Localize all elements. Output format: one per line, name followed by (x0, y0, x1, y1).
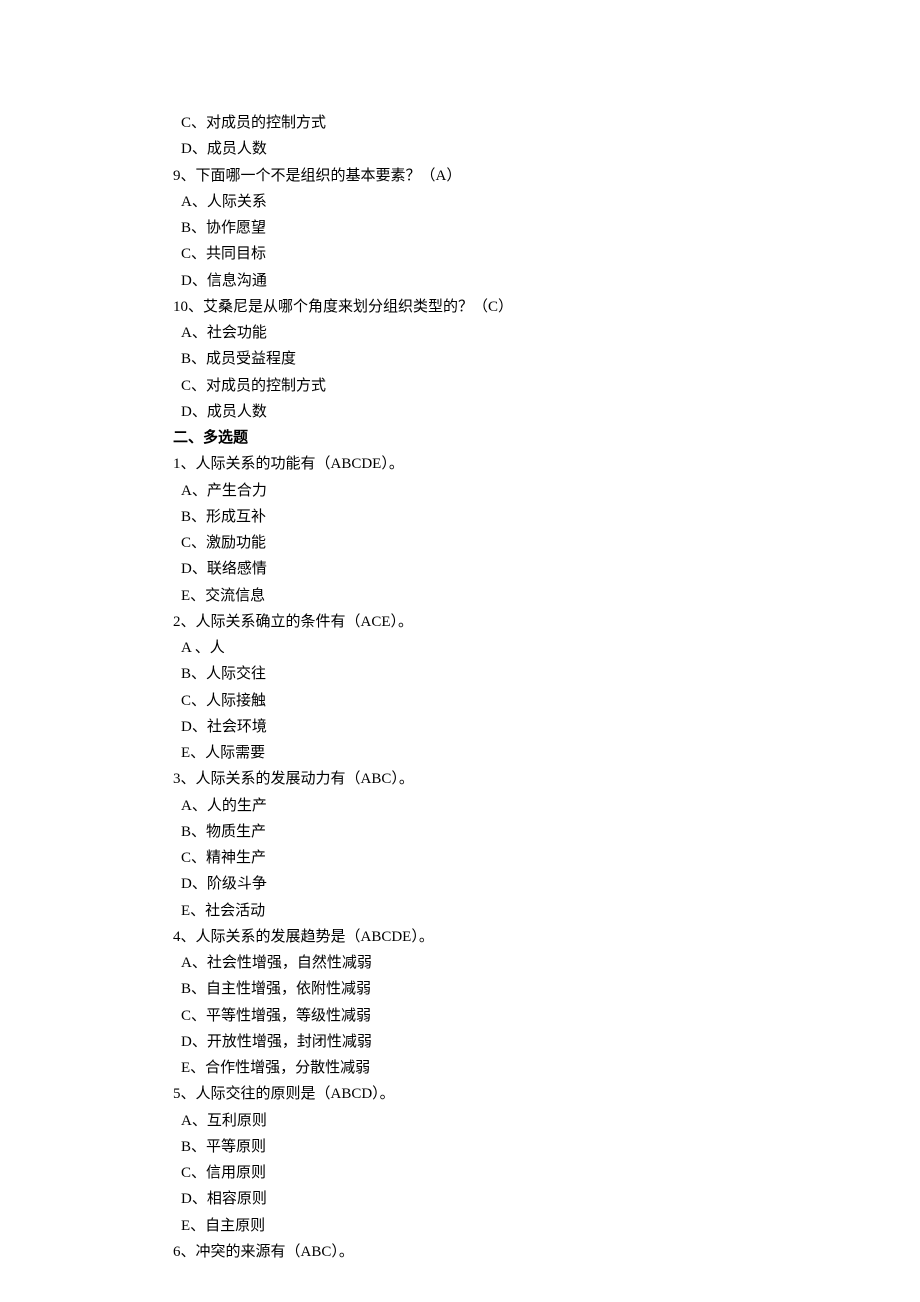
option-line: C、激励功能 (173, 530, 920, 556)
option-line: B、形成互补 (173, 504, 920, 530)
question-line: 3、人际关系的发展动力有（ABC）。 (173, 766, 920, 792)
option-line: C、精神生产 (173, 845, 920, 871)
option-line: E、社会活动 (173, 898, 920, 924)
option-line: E、人际需要 (173, 740, 920, 766)
question-line: 4、人际关系的发展趋势是（ABCDE）。 (173, 924, 920, 950)
option-line: D、社会环境 (173, 714, 920, 740)
question-line: 2、人际关系确立的条件有（ACE）。 (173, 609, 920, 635)
option-line: A、人际关系 (173, 189, 920, 215)
option-line: A、互利原则 (173, 1108, 920, 1134)
option-line: A、社会功能 (173, 320, 920, 346)
option-line: A、产生合力 (173, 478, 920, 504)
option-line: B、自主性增强，依附性减弱 (173, 976, 920, 1002)
section-heading: 二、多选题 (173, 425, 920, 451)
question-line: 10、艾桑尼是从哪个角度来划分组织类型的？（C） (173, 294, 920, 320)
question-line: 1、人际关系的功能有（ABCDE）。 (173, 451, 920, 477)
question-line: 5、人际交往的原则是（ABCD）。 (173, 1081, 920, 1107)
option-line: B、成员受益程度 (173, 346, 920, 372)
option-line: B、物质生产 (173, 819, 920, 845)
option-line: C、人际接触 (173, 688, 920, 714)
option-line: C、平等性增强，等级性减弱 (173, 1003, 920, 1029)
option-line: B、平等原则 (173, 1134, 920, 1160)
option-line: E、合作性增强，分散性减弱 (173, 1055, 920, 1081)
option-line: C、对成员的控制方式 (173, 373, 920, 399)
option-line: D、成员人数 (173, 136, 920, 162)
option-line: D、阶级斗争 (173, 871, 920, 897)
question-line: 6、冲突的来源有（ABC）。 (173, 1239, 920, 1265)
option-line: A、社会性增强，自然性减弱 (173, 950, 920, 976)
option-line: B、协作愿望 (173, 215, 920, 241)
option-line: C、共同目标 (173, 241, 920, 267)
question-line: 9、下面哪一个不是组织的基本要素？（A） (173, 163, 920, 189)
option-line: A、人的生产 (173, 793, 920, 819)
option-line: C、对成员的控制方式 (173, 110, 920, 136)
document-page: C、对成员的控制方式D、成员人数9、下面哪一个不是组织的基本要素？（A）A、人际… (0, 0, 920, 1302)
option-line: C、信用原则 (173, 1160, 920, 1186)
option-line: B、人际交往 (173, 661, 920, 687)
option-line: D、相容原则 (173, 1186, 920, 1212)
option-line: D、成员人数 (173, 399, 920, 425)
option-line: D、开放性增强，封闭性减弱 (173, 1029, 920, 1055)
option-line: D、联络感情 (173, 556, 920, 582)
option-line: E、交流信息 (173, 583, 920, 609)
option-line: E、自主原则 (173, 1213, 920, 1239)
option-line: A 、人 (173, 635, 920, 661)
option-line: D、信息沟通 (173, 268, 920, 294)
